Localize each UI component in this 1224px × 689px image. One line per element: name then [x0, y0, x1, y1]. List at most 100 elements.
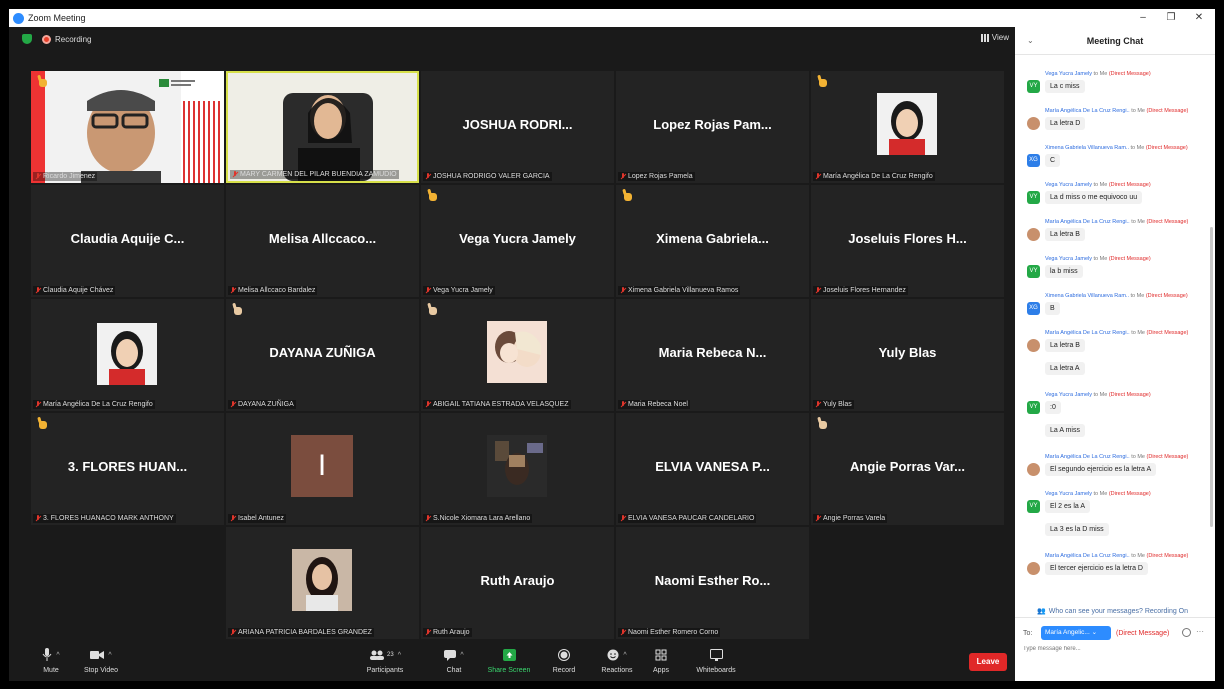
reactions-button[interactable]: ^ Reactions — [595, 647, 639, 674]
participant-tile[interactable]: ARIANA PATRICIA BARDALES GRANDEZ — [226, 527, 419, 639]
participant-name-caption: DAYANA ZUÑIGA — [228, 400, 296, 409]
emoji-icon[interactable] — [1182, 628, 1191, 637]
sender-avatar: XG — [1027, 302, 1040, 315]
sender-avatar: VY — [1027, 401, 1040, 414]
participant-tile[interactable]: Claudia Aquije C... Claudia Aquije Chávez — [31, 185, 224, 297]
participant-tile[interactable]: ELVIA VANESA P... ELVIA VANESA PAUCAR CAN… — [616, 413, 809, 525]
message-text: La A miss — [1045, 424, 1085, 437]
participant-tile[interactable]: Ricardo Jimenez — [31, 71, 224, 183]
share-screen-button[interactable]: Share Screen — [485, 647, 533, 674]
participant-name-caption: Claudia Aquije Chávez — [33, 286, 116, 295]
participant-name: Joseluis Flores Hernandez — [823, 287, 906, 294]
sender-avatar — [1027, 339, 1040, 352]
participant-tile[interactable]: Vega Yucra Jamely Vega Yucra Jamely — [421, 185, 614, 297]
message-text: B — [1045, 302, 1060, 315]
participant-tile[interactable]: Lopez Rojas Pam... Lopez Rojas Pamela — [616, 71, 809, 183]
message-sender: María Angélica De La Cruz Rengi.. to Me … — [1045, 219, 1189, 225]
participant-name: Lopez Rojas Pamela — [628, 173, 693, 180]
chat-message-input[interactable] — [1023, 646, 1203, 652]
participant-tile[interactable]: Ruth Araujo Ruth Araujo — [421, 527, 614, 639]
message-sender: Vega Yucra Jamely to Me (Direct Message) — [1045, 392, 1151, 398]
muted-mic-icon — [815, 173, 821, 180]
participant-name: Melisa Allccaco Bardalez — [238, 287, 316, 294]
muted-mic-icon — [425, 173, 431, 180]
participant-tile[interactable]: ABIGAIL TATIANA ESTRADA VELASQUEZ — [421, 299, 614, 411]
participant-tile[interactable]: Melisa Allccaco... Melisa Allccaco Bardal… — [226, 185, 419, 297]
minimize-button[interactable]: – — [1129, 9, 1157, 27]
who-can-see-link[interactable]: 👥 Who can see your messages? Recording O… — [1037, 607, 1188, 616]
muted-mic-icon — [35, 287, 41, 294]
meeting-chat-panel: ⌄ Meeting Chat Vega Yucra Jamely to Me (… — [1015, 27, 1215, 681]
participant-name-caption: JOSHUA RODRIGO VALER GARCIA — [423, 172, 552, 181]
recipient-dropdown[interactable]: María Angelic... ⌄ — [1041, 626, 1111, 640]
participant-tile[interactable]: Naomi Esther Ro... Naomi Esther Romero Co… — [616, 527, 809, 639]
recording-icon[interactable] — [42, 34, 51, 44]
participant-name-caption: Maria Rebeca Noel — [618, 400, 690, 409]
participant-display-name: Angie Porras Var... — [850, 459, 965, 474]
participant-name-caption: Angie Porras Varela — [813, 514, 888, 523]
more-options-icon[interactable]: ··· — [1196, 627, 1204, 636]
mute-button[interactable]: ^ Mute — [31, 647, 71, 674]
participant-display-name: Melisa Allccaco... — [268, 231, 377, 246]
message-sender: María Angélica De La Cruz Rengi.. to Me … — [1045, 108, 1189, 114]
message-text: La letra D — [1045, 117, 1086, 130]
sender-avatar — [1027, 463, 1040, 476]
zoom-window: Zoom Meeting – ❐ ✕ Recording View Ricard… — [9, 9, 1215, 681]
participant-tile[interactable]: Joseluis Flores H... Joseluis Flores Hern… — [811, 185, 1004, 297]
sender-avatar: VY — [1027, 80, 1040, 93]
whiteboards-label: Whiteboards — [696, 667, 736, 674]
participant-name: ARIANA PATRICIA BARDALES GRANDEZ — [238, 629, 372, 636]
muted-mic-icon — [35, 173, 41, 180]
message-sender: María Angélica De La Cruz Rengi.. to Me … — [1045, 454, 1189, 460]
participant-tile[interactable]: María Angélica De La Cruz Rengifo — [31, 299, 224, 411]
record-button[interactable]: Record — [548, 647, 580, 674]
message-text: La 3 es la D miss — [1045, 523, 1109, 536]
participant-name: María Angélica De La Cruz Rengifo — [43, 401, 153, 408]
meeting-top-bar: Recording View — [9, 27, 1015, 51]
participant-tile[interactable]: S.Nicole Xiomara Lara Arellano — [421, 413, 614, 525]
participant-name: Angie Porras Varela — [823, 515, 886, 522]
participant-name-caption: Naomi Esther Romero Corno — [618, 628, 721, 637]
participants-button[interactable]: 23 ^ Participants — [359, 647, 411, 674]
message-sender: Vega Yucra Jamely to Me (Direct Message) — [1045, 256, 1151, 262]
sender-avatar: VY — [1027, 191, 1040, 204]
muted-mic-icon — [815, 401, 821, 408]
participant-tile[interactable]: Ximena Gabriela... Ximena Gabriela Villan… — [616, 185, 809, 297]
security-shield-icon[interactable] — [22, 34, 32, 44]
close-button[interactable]: ✕ — [1185, 9, 1213, 27]
participant-tile[interactable]: MARY CARMEN DEL PILAR BUENDIA ZAMUDIO — [226, 71, 419, 183]
participant-tile[interactable]: I Isabel Antunez — [226, 413, 419, 525]
message-sender: Ximena Gabriela Villanueva Ram.. to Me (… — [1045, 145, 1188, 151]
participant-tile[interactable]: Yuly Blas Yuly Blas — [811, 299, 1004, 411]
chat-button[interactable]: ^ Chat — [437, 647, 471, 674]
view-label: View — [991, 33, 1009, 42]
participant-name-caption: Ruth Araujo — [423, 628, 472, 637]
leave-button[interactable]: Leave — [969, 653, 1007, 671]
raised-hand-icon — [232, 302, 243, 315]
participant-tile[interactable]: DAYANA ZUÑIGA DAYANA ZUÑIGA — [226, 299, 419, 411]
participant-name: Naomi Esther Romero Corno — [628, 629, 719, 636]
participant-tile[interactable]: María Angélica De La Cruz Rengifo — [811, 71, 1004, 183]
stop-video-button[interactable]: ^ Stop Video — [79, 647, 123, 674]
video-camera-icon — [90, 651, 105, 659]
participant-tile[interactable]: Angie Porras Var... Angie Porras Varela — [811, 413, 1004, 525]
participant-name: Claudia Aquije Chávez — [43, 287, 114, 294]
participant-name: Ruth Araujo — [433, 629, 470, 636]
participant-tile[interactable]: JOSHUA RODRI... JOSHUA RODRIGO VALER GARC… — [421, 71, 614, 183]
apps-button[interactable]: Apps — [649, 647, 673, 674]
message-text: La letra B — [1045, 228, 1085, 241]
to-label: To: — [1023, 630, 1033, 637]
chat-scrollbar[interactable] — [1210, 227, 1213, 527]
participants-label: Participants — [366, 667, 404, 674]
participant-name-caption: María Angélica De La Cruz Rengifo — [33, 400, 155, 409]
muted-mic-icon — [620, 287, 626, 294]
view-button[interactable]: View — [980, 33, 1009, 42]
raised-hand-icon — [37, 416, 48, 429]
restore-button[interactable]: ❐ — [1157, 9, 1185, 27]
participant-name-caption: ELVIA VANESA PAUCAR CANDELARIO — [618, 514, 757, 523]
whiteboards-button[interactable]: Whiteboards — [693, 647, 739, 674]
meeting-area: Recording View Ricardo Jimenez MARY CARME… — [9, 27, 1015, 681]
participant-tile[interactable]: Maria Rebeca N... Maria Rebeca Noel — [616, 299, 809, 411]
record-icon — [558, 649, 570, 661]
participant-tile[interactable]: 3. FLORES HUAN... 3. FLORES HUANACO MARK … — [31, 413, 224, 525]
